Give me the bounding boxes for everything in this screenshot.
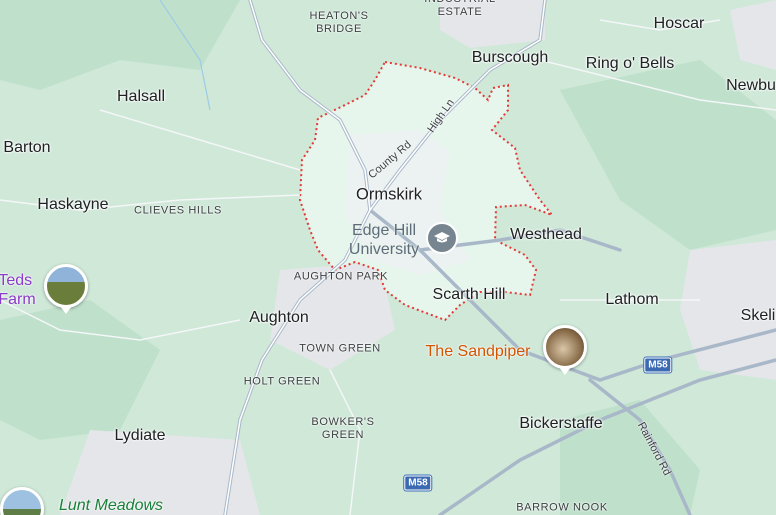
label-skelmersdale: Skeli bbox=[740, 307, 776, 324]
label-halsall: Halsall bbox=[116, 88, 166, 105]
motorway-shield-m58: M58 bbox=[644, 357, 672, 373]
label-ring-o-bells: Ring o' Bells bbox=[585, 55, 675, 72]
label-lathom: Lathom bbox=[605, 291, 659, 308]
label-holt-green: HOLT GREEN bbox=[243, 375, 321, 388]
label-industrial-estate: INDUSTRIAL ESTATE bbox=[424, 0, 495, 18]
label-clieves-hills: CLIEVES HILLS bbox=[134, 204, 222, 217]
label-barton: Barton bbox=[3, 139, 51, 156]
label-the-sandpiper[interactable]: The Sandpiper bbox=[426, 343, 531, 361]
label-burscough: Burscough bbox=[471, 49, 549, 66]
label-lydiate: Lydiate bbox=[114, 427, 166, 444]
label-ormskirk: Ormskirk bbox=[356, 185, 422, 204]
label-newburgh: Newbu bbox=[726, 77, 776, 94]
label-lunt-meadows[interactable]: Lunt Meadows bbox=[59, 497, 163, 515]
label-bowkers-green: BOWKER'S GREEN bbox=[311, 416, 375, 441]
label-edge-hill-university[interactable]: Edge Hill University bbox=[349, 221, 419, 259]
label-town-green: TOWN GREEN bbox=[299, 342, 381, 355]
graduation-cap-icon[interactable] bbox=[426, 222, 458, 254]
map-canvas[interactable]: HEATON'S BRIDGE INDUSTRIAL ESTATE Bursco… bbox=[0, 0, 776, 515]
label-aughton: Aughton bbox=[249, 309, 309, 326]
label-hoscar: Hoscar bbox=[653, 15, 705, 32]
label-barrow-nook: BARROW NOOK bbox=[516, 501, 608, 514]
label-scarth-hill: Scarth Hill bbox=[432, 286, 506, 303]
pin-tail bbox=[559, 367, 571, 375]
label-haskayne: Haskayne bbox=[37, 196, 109, 213]
pub-photo-icon[interactable] bbox=[543, 325, 587, 369]
label-aughton-park: AUGHTON PARK bbox=[293, 270, 389, 283]
motorway-shield-m58: M58 bbox=[404, 475, 432, 491]
label-bickerstaffe: Bickerstaffe bbox=[519, 415, 603, 432]
label-westhead: Westhead bbox=[510, 226, 582, 243]
pin-tail bbox=[60, 306, 72, 314]
farm-photo-icon[interactable] bbox=[44, 264, 88, 308]
label-heatons-bridge: HEATON'S BRIDGE bbox=[309, 10, 369, 35]
label-teds-farm[interactable]: Teds Farm bbox=[0, 271, 36, 309]
